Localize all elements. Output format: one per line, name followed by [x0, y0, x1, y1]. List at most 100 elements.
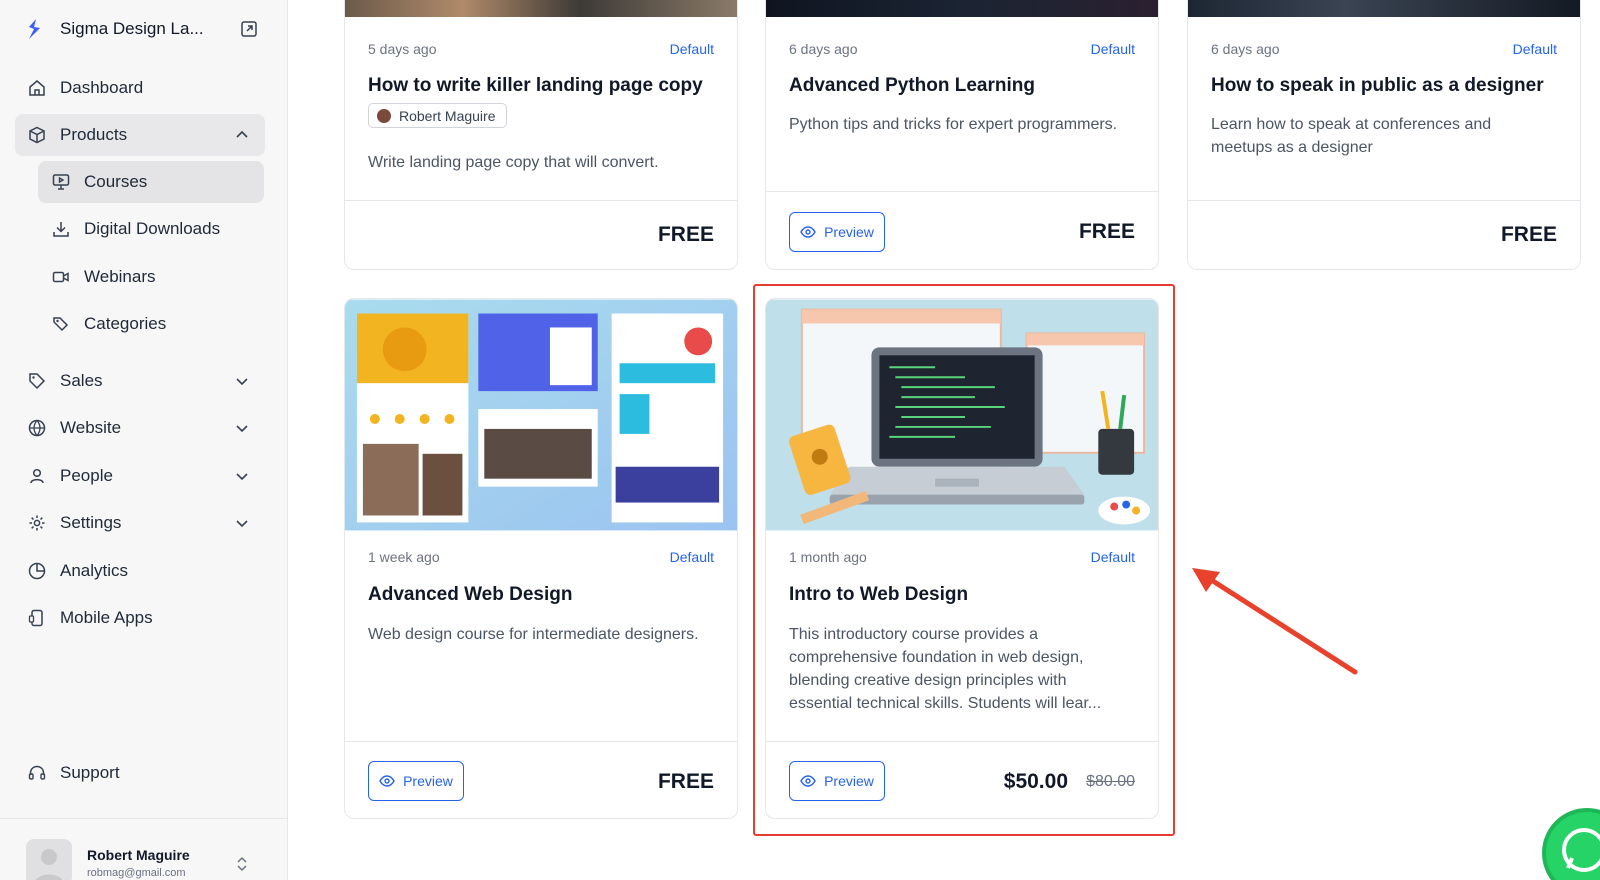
presentation-icon [52, 174, 70, 190]
user-email: robmag@gmail.com [87, 867, 186, 879]
chevron-up-down-icon[interactable] [235, 855, 249, 873]
chevron-down-icon [236, 520, 248, 528]
nav-sales-label: Sales [60, 371, 103, 390]
preview-label: Preview [824, 773, 874, 789]
whatsapp-chat-button[interactable] [1542, 808, 1600, 880]
nav-website[interactable]: Website [15, 407, 265, 449]
card-divider [345, 741, 737, 742]
nav-analytics-label: Analytics [60, 561, 129, 580]
course-tag[interactable]: Default [1091, 549, 1135, 565]
preview-button[interactable]: Preview [368, 761, 464, 801]
avatar-placeholder-icon [35, 849, 63, 880]
nav-sales[interactable]: Sales [15, 360, 265, 402]
card-divider [345, 200, 737, 201]
nav-mobile-apps-label: Mobile Apps [60, 608, 153, 627]
home-icon [29, 80, 45, 96]
course-thumbnail [766, 299, 1158, 531]
eye-icon [379, 775, 395, 787]
course-price: FREE [657, 223, 714, 246]
globe-icon [28, 419, 46, 437]
pie-chart-icon [28, 562, 46, 580]
author-name: Robert Maguire [399, 107, 496, 124]
course-price: FREE [657, 770, 714, 793]
course-title[interactable]: How to write killer landing page copy [368, 75, 703, 97]
user-avatar [26, 839, 72, 880]
headset-icon [28, 765, 46, 780]
course-tag[interactable]: Default [1091, 41, 1135, 57]
preview-button[interactable]: Preview [789, 212, 885, 252]
course-description: This introductory course provides a comp… [789, 626, 1102, 712]
course-thumbnail [766, 0, 1158, 17]
user-name: Robert Maguire [87, 847, 190, 863]
course-tag[interactable]: Default [670, 549, 714, 565]
course-card[interactable]: 1 week ago Default Advanced Web Design W… [344, 298, 738, 819]
preview-button[interactable]: Preview [789, 761, 885, 801]
course-tag[interactable]: Default [670, 41, 714, 57]
card-divider [1188, 200, 1580, 201]
nav-categories-label: Categories [84, 314, 167, 333]
course-card[interactable]: 6 days ago Default Advanced Python Learn… [765, 0, 1159, 270]
course-thumbnail [1188, 0, 1580, 17]
course-price: FREE [1078, 220, 1135, 243]
nav-settings[interactable]: Settings [15, 502, 265, 544]
nav-products[interactable]: Products [15, 114, 265, 156]
nav-people[interactable]: People [15, 455, 265, 497]
author-chip: Robert Maguire [368, 103, 507, 128]
course-price: $50.00 [1003, 770, 1068, 793]
course-card[interactable]: 5 days ago Default How to write killer l… [344, 0, 738, 270]
card-divider [766, 741, 1158, 742]
course-date: 6 days ago [1211, 41, 1280, 57]
chevron-down-icon [236, 425, 248, 433]
nav-dashboard-label: Dashboard [60, 78, 144, 97]
preview-label: Preview [403, 773, 453, 789]
download-icon [53, 222, 69, 237]
whatsapp-icon [1562, 828, 1600, 872]
main-content: 5 days ago Default How to write killer l… [288, 0, 1600, 880]
eye-icon [800, 226, 816, 238]
preview-label: Preview [824, 224, 874, 240]
course-card[interactable]: 6 days ago Default How to speak in publi… [1187, 0, 1581, 270]
nav-digital-downloads[interactable]: Digital Downloads [38, 208, 264, 250]
chevron-down-icon [236, 378, 248, 386]
user-menu[interactable]: Robert Maguire robmag@gmail.com [0, 818, 288, 880]
nav-people-label: People [60, 466, 113, 485]
course-tag[interactable]: Default [1513, 41, 1557, 57]
box-icon [29, 126, 45, 144]
course-title[interactable]: Intro to Web Design [789, 584, 968, 606]
course-title[interactable]: How to speak in public as a designer [1211, 75, 1544, 97]
nav-analytics[interactable]: Analytics [15, 550, 265, 592]
nav-products-label: Products [60, 125, 128, 144]
mobile-icon [28, 609, 43, 627]
annotation-arrow-icon [1192, 568, 1358, 675]
nav-support-label: Support [60, 763, 120, 782]
course-card[interactable]: 1 month ago Default Intro to Web Design … [765, 298, 1159, 819]
chevron-down-icon [236, 473, 248, 481]
external-link-icon[interactable] [240, 20, 258, 38]
nav-digital-downloads-label: Digital Downloads [84, 219, 221, 238]
course-thumbnail [345, 299, 737, 531]
nav-dashboard[interactable]: Dashboard [15, 67, 265, 109]
card-divider [766, 191, 1158, 192]
nav-webinars[interactable]: Webinars [38, 256, 264, 298]
course-price: FREE [1500, 223, 1557, 246]
course-title[interactable]: Advanced Python Learning [789, 75, 1035, 97]
course-description: Learn how to speak at conferences and me… [1211, 116, 1492, 156]
workspace-switcher[interactable]: Sigma Design La... [26, 16, 258, 42]
nav-website-label: Website [60, 418, 122, 437]
brand-logo-icon [29, 19, 40, 39]
eye-icon [800, 775, 816, 787]
nav-courses-label: Courses [84, 172, 148, 191]
course-description: Web design course for intermediate desig… [368, 626, 699, 643]
course-description: Write landing page copy that will conver… [368, 154, 659, 171]
tag-icon [29, 373, 46, 390]
course-original-price: $80.00 [1086, 773, 1135, 790]
nav-mobile-apps[interactable]: Mobile Apps [15, 597, 265, 639]
nav-support[interactable]: Support [15, 752, 265, 794]
tags-icon [53, 317, 69, 332]
nav-webinars-label: Webinars [84, 267, 156, 286]
nav-courses[interactable]: Courses [38, 161, 264, 203]
course-title[interactable]: Advanced Web Design [368, 584, 572, 606]
user-icon [30, 468, 44, 484]
nav-categories[interactable]: Categories [38, 303, 264, 345]
gear-icon [29, 515, 45, 531]
